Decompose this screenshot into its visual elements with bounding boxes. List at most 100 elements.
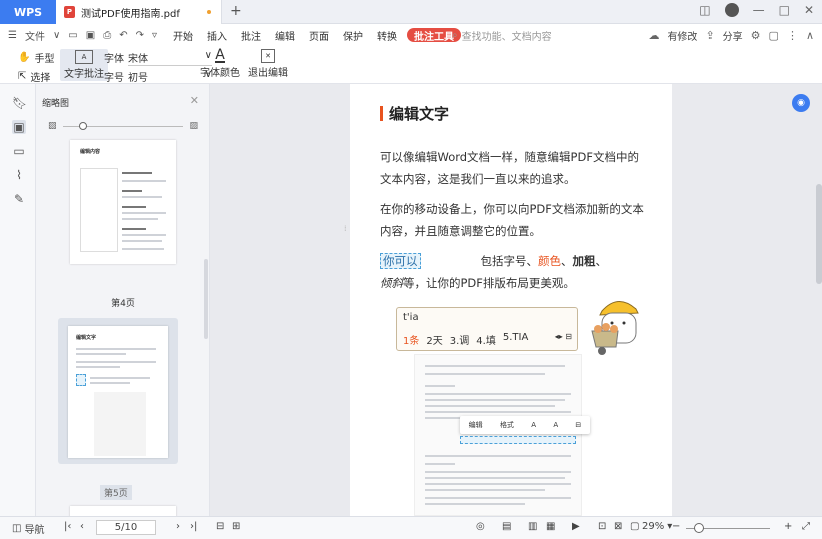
thumbnail-heading: 编辑内容 bbox=[80, 149, 101, 155]
single-page-icon[interactable]: ▤ bbox=[502, 521, 511, 532]
title-bar: WPS P 测试PDF使用指南.pdf + ◫ — □ ✕ bbox=[0, 0, 822, 24]
fullscreen-icon[interactable]: ⤢ bbox=[802, 521, 810, 532]
font-color-button[interactable]: A 字体颜色 bbox=[200, 48, 240, 79]
collapse-icon[interactable]: ∧ bbox=[806, 29, 814, 42]
last-page-button[interactable]: ›| bbox=[190, 521, 197, 532]
maximize-icon[interactable]: □ bbox=[779, 3, 790, 17]
thumbnail-heading: 编辑文字 bbox=[76, 335, 97, 341]
exit-edit-button[interactable]: ✕ 退出编辑 bbox=[248, 49, 288, 79]
nav-label: 导航 bbox=[24, 525, 45, 536]
nav-toggle[interactable]: ◫ 导航 bbox=[12, 521, 44, 536]
text-annotation-icon: A bbox=[75, 50, 93, 64]
play-icon[interactable]: ▶ bbox=[572, 521, 580, 532]
menu-convert[interactable]: 转换 bbox=[370, 24, 404, 46]
menu-edit[interactable]: 编辑 bbox=[268, 24, 302, 46]
ime-candidate: 4.填 bbox=[476, 336, 496, 347]
font-controls: 字体 宋体 ∨ 字号 初号 ∨ bbox=[104, 50, 212, 85]
red-text: 颜色 bbox=[538, 254, 561, 268]
new-tab-button[interactable]: + bbox=[230, 3, 242, 19]
avatar[interactable] bbox=[724, 3, 739, 17]
more-vertical-icon[interactable]: ⋮ bbox=[787, 29, 798, 42]
thumbnail-label-page-5: 第5页 bbox=[100, 485, 132, 500]
thumbnail-scrollbar[interactable] bbox=[204, 259, 208, 339]
quick-access: ☰ 文件 ∨ ▭ ▣ ⎙ ↶ ↷ ▿ bbox=[0, 28, 157, 43]
comment-icon[interactable]: ▭ bbox=[12, 144, 26, 158]
zoom-slider-knob[interactable] bbox=[694, 523, 704, 533]
print-icon[interactable]: ⎙ bbox=[103, 30, 111, 41]
redo-icon[interactable]: ↷ bbox=[136, 30, 144, 41]
hand-tool[interactable]: ✋ 手型 bbox=[18, 51, 54, 65]
open-icon[interactable]: ▭ bbox=[68, 30, 77, 41]
page-view-icon[interactable]: ▢ bbox=[630, 521, 639, 532]
menu-annotate[interactable]: 批注 bbox=[234, 24, 268, 46]
wps-home-tab[interactable]: WPS bbox=[0, 0, 56, 24]
thumbnail-page-5[interactable]: 编辑文字 bbox=[68, 326, 168, 458]
settings-icon[interactable]: ⚙ bbox=[751, 29, 761, 42]
ime-candidates: 1条 2天 3.调 4.填 5.TIA bbox=[403, 332, 528, 347]
menu-insert[interactable]: 插入 bbox=[200, 24, 234, 46]
page-number-input[interactable]: 5/10 bbox=[96, 520, 156, 535]
rotate-left-icon[interactable]: ⊟ bbox=[216, 521, 224, 532]
cursor-tools: ✋ 手型 ⇱ 选择 bbox=[18, 51, 54, 84]
text-annotation-button[interactable]: A 文字批注 bbox=[60, 49, 108, 81]
thumbnail-icon[interactable]: ▣ bbox=[12, 120, 26, 134]
has-changes-button[interactable]: 有修改 bbox=[667, 28, 697, 43]
attachment-icon[interactable]: ⌇ bbox=[12, 168, 26, 182]
paragraph-2: 在你的移动设备上，你可以向PDF文档添加新的文本内容，并且随意调整它的位置。 bbox=[380, 202, 644, 238]
zoom-in-image-icon[interactable]: ▨ bbox=[189, 121, 198, 131]
exit-edit-label: 退出编辑 bbox=[248, 68, 288, 79]
illustration-font-up-icon: A bbox=[531, 421, 537, 429]
thumbnail-page-6[interactable] bbox=[70, 506, 176, 516]
unsaved-dot-icon bbox=[207, 10, 211, 14]
zoom-out-button[interactable]: − bbox=[672, 521, 680, 532]
share-button[interactable]: 分享 bbox=[723, 28, 743, 43]
eye-mode-icon[interactable]: ◎ bbox=[476, 521, 485, 532]
menu-page[interactable]: 页面 bbox=[302, 24, 336, 46]
document-scrollbar[interactable] bbox=[816, 184, 822, 284]
annotation-toolbar: ✋ 手型 ⇱ 选择 A 文字批注 字体 宋体 ∨ 字号 初号 ∨ A 字体颜色 bbox=[0, 46, 822, 85]
document-tab[interactable]: P 测试PDF使用指南.pdf bbox=[56, 0, 222, 24]
rotate-right-icon[interactable]: ⊞ bbox=[232, 521, 240, 532]
slider-knob[interactable] bbox=[78, 121, 87, 130]
bookmark-icon[interactable]: 🔖︎ bbox=[12, 96, 27, 110]
first-page-button[interactable]: |‹ bbox=[64, 521, 71, 532]
prev-page-button[interactable]: ‹ bbox=[80, 521, 84, 532]
more-icon[interactable]: ▿ bbox=[152, 30, 157, 41]
ime-candidate-box: t'ia 1条 2天 3.调 4.填 5.TIA ◂▸ ⊟ bbox=[396, 307, 578, 351]
thumbnail-page-4[interactable]: 编辑内容 bbox=[70, 140, 176, 264]
signature-icon[interactable]: ✎ bbox=[12, 192, 26, 206]
search-placeholder: 查找功能、文档内容 bbox=[461, 32, 552, 43]
font-value: 宋体 bbox=[128, 53, 148, 65]
close-icon[interactable]: ✕ bbox=[804, 3, 814, 17]
close-icon[interactable]: ✕ bbox=[190, 94, 199, 107]
double-page-icon[interactable]: ▥ bbox=[528, 521, 537, 532]
continuous-icon[interactable]: ▦ bbox=[546, 521, 555, 532]
resize-handle[interactable]: ⁞ bbox=[344, 224, 347, 233]
minimize-icon[interactable]: — bbox=[753, 3, 765, 17]
zoom-in-button[interactable]: + bbox=[784, 521, 792, 532]
font-label: 字体 bbox=[104, 54, 124, 65]
undo-icon[interactable]: ↶ bbox=[119, 30, 127, 41]
save-icon[interactable]: ▣ bbox=[86, 30, 95, 41]
thumbnail-zoom: ▨ ▨ bbox=[48, 120, 198, 132]
zoom-out-image-icon[interactable]: ▨ bbox=[48, 121, 57, 131]
selected-text-box[interactable]: 你可以 bbox=[380, 253, 421, 269]
layout-icon[interactable]: ◫ bbox=[699, 3, 710, 17]
next-page-button[interactable]: › bbox=[176, 521, 180, 532]
chevron-down-icon[interactable]: ∨ bbox=[53, 30, 60, 41]
file-menu[interactable]: 文件 bbox=[25, 28, 45, 43]
fit-page-icon[interactable]: ⊠ bbox=[614, 521, 622, 532]
menu-start[interactable]: 开始 bbox=[166, 24, 200, 46]
thumbnail-label-page-4: 第4页 bbox=[111, 299, 135, 309]
fit-width-icon[interactable]: ⊡ bbox=[598, 521, 606, 532]
hamburger-icon[interactable]: ☰ bbox=[8, 30, 17, 41]
thumbnail-zoom-slider[interactable] bbox=[62, 121, 184, 130]
size-label: 字号 bbox=[104, 73, 124, 84]
search-input[interactable]: ⌕ 查找功能、文档内容 bbox=[452, 28, 552, 43]
select-tool[interactable]: ⇱ 选择 bbox=[18, 70, 54, 84]
comment-icon[interactable]: ▢ bbox=[769, 29, 779, 42]
assistant-fab-icon[interactable]: ◉ bbox=[792, 94, 810, 112]
italic-text: 倾斜 bbox=[380, 276, 403, 290]
zoom-level[interactable]: 29% ▾ bbox=[642, 521, 672, 532]
menu-protect[interactable]: 保护 bbox=[336, 24, 370, 46]
